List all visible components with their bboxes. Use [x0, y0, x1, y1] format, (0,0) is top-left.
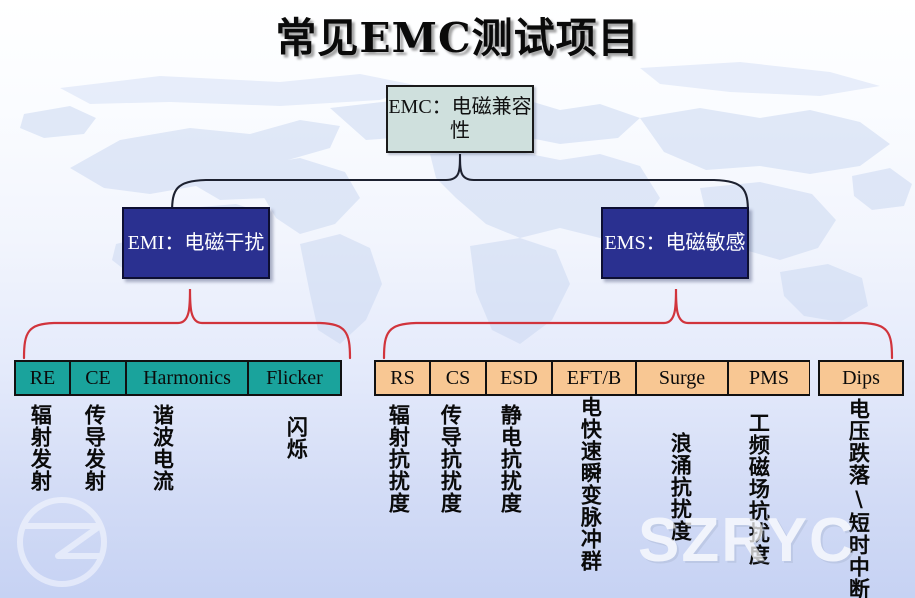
caption-harmonics: 谐波电流	[150, 404, 176, 492]
emi-cell-harmonics[interactable]: Harmonics	[126, 360, 248, 396]
caption-re: 辐射发射	[28, 404, 54, 492]
ems-cell-eftb[interactable]: EFT/B	[552, 360, 636, 396]
ems-cell-surge[interactable]: Surge	[636, 360, 728, 396]
text-watermark: SZRYC	[638, 506, 856, 575]
caption-ce: 传导发射	[82, 404, 108, 492]
emi-items-row: RE CE Harmonics Flicker	[14, 360, 342, 396]
node-emi: EMI：电磁干扰	[122, 207, 270, 279]
node-ems: EMS：电磁敏感	[601, 207, 749, 279]
ems-cell-pms[interactable]: PMS	[728, 360, 810, 396]
caption-cs: 传导抗扰度	[438, 404, 464, 514]
caption-rs: 辐射抗扰度	[386, 404, 412, 514]
emi-cell-flicker[interactable]: Flicker	[248, 360, 342, 396]
caption-esd: 静电抗扰度	[498, 404, 524, 514]
slide-canvas: 常见EMC测试项目 EMC：电磁兼容性 EMI：电磁干扰 EMS：电磁敏感 RE…	[0, 0, 915, 598]
caption-flicker: 闪烁	[284, 416, 310, 460]
node-ems-label: EMS：电磁敏感	[604, 231, 746, 254]
node-emc-label: EMC：电磁兼容性	[388, 95, 532, 142]
caption-eftb: 电快速瞬变脉冲群	[578, 396, 604, 572]
ems-cell-esd[interactable]: ESD	[486, 360, 552, 396]
ems-items-row: RS CS ESD EFT/B Surge PMS Dips	[374, 360, 904, 396]
node-emc: EMC：电磁兼容性	[386, 85, 534, 153]
ems-cell-rs[interactable]: RS	[374, 360, 430, 396]
emi-cell-re[interactable]: RE	[14, 360, 70, 396]
emi-cell-ce[interactable]: CE	[70, 360, 126, 396]
ems-cell-cs[interactable]: CS	[430, 360, 486, 396]
node-emi-label: EMI：电磁干扰	[127, 231, 265, 254]
page-title: 常见EMC测试项目	[275, 14, 640, 62]
company-logo-watermark	[8, 492, 116, 592]
ems-cell-dips[interactable]: Dips	[818, 360, 904, 396]
